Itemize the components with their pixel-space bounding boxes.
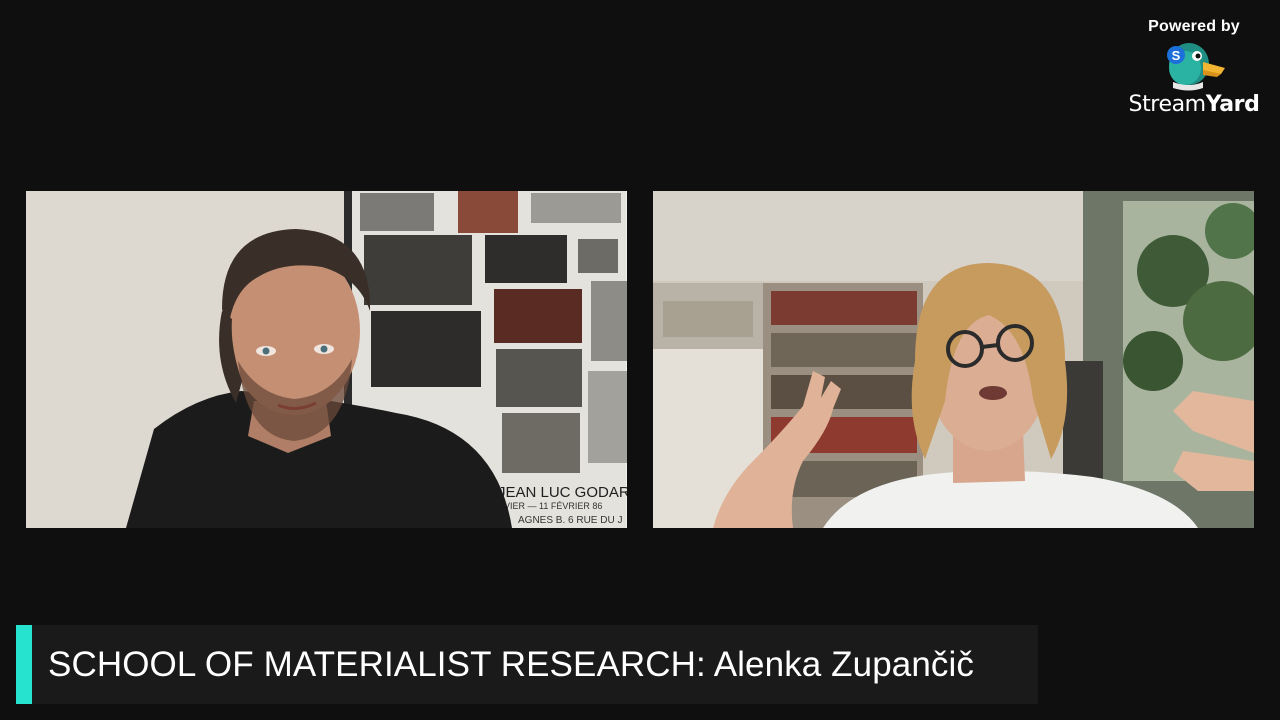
powered-by-label: Powered by xyxy=(1148,18,1240,35)
poster-text-1: JEAN LUC GODARD xyxy=(498,484,627,501)
wordmark-stream: Stream xyxy=(1128,92,1207,117)
participant-video-tile-left[interactable]: JEAN LUC GODARD VIER — 11 FÉVRIER 86 AGN… xyxy=(26,191,627,528)
streamyard-wordmark: StreamYard xyxy=(1129,94,1260,116)
stream-stage: Powered by S StreamYard JEAN LUC GODARD … xyxy=(0,0,1280,720)
poster-text-3: AGNES B. 6 RUE DU J xyxy=(518,515,622,526)
logo-badge-letter: S xyxy=(1172,48,1181,63)
participant-video-feed-left: JEAN LUC GODARD VIER — 11 FÉVRIER 86 AGN… xyxy=(26,191,627,528)
banner-accent-bar xyxy=(16,625,32,704)
powered-by-branding: Powered by S StreamYard xyxy=(1124,18,1264,116)
participant-video-tile-right[interactable] xyxy=(653,191,1254,528)
wordmark-yard: Yard xyxy=(1205,92,1260,117)
streamyard-duck-icon: S xyxy=(1167,43,1225,91)
poster-text-2: VIER — 11 FÉVRIER 86 xyxy=(504,501,602,511)
participant-video-feed-right xyxy=(653,191,1254,528)
banner-title: SCHOOL OF MATERIALIST RESEARCH: Alenka Z… xyxy=(48,644,974,684)
lower-third-banner: SCHOOL OF MATERIALIST RESEARCH: Alenka Z… xyxy=(16,625,1038,704)
